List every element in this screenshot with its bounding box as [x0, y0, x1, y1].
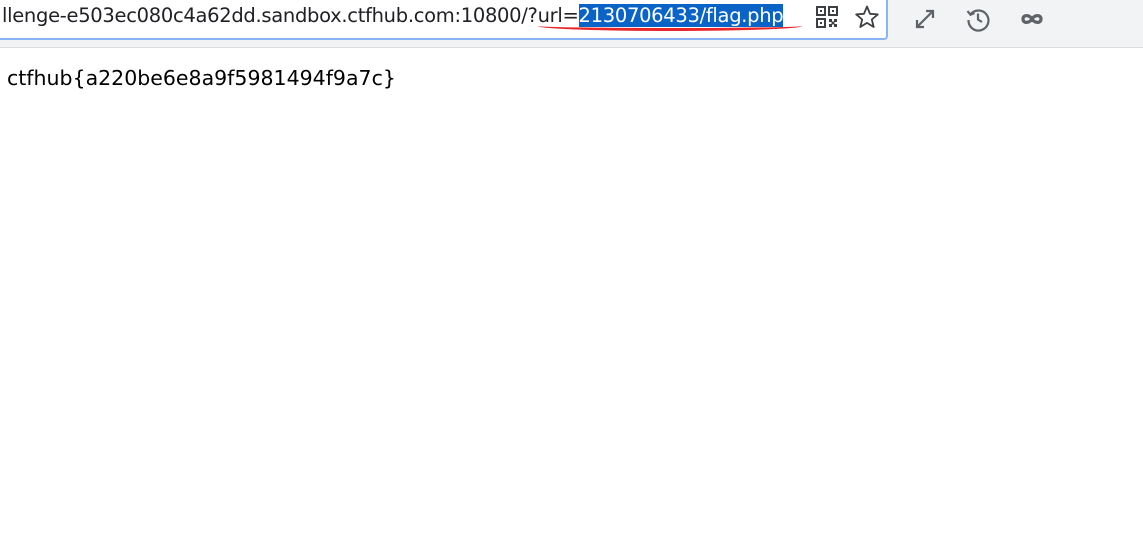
infinity-icon[interactable]: [1018, 5, 1046, 33]
url-selected-text: 2130706433/flag.php: [578, 4, 784, 27]
address-bar[interactable]: llenge-e503ec080c4a62dd.sandbox.ctfhub.c…: [0, 0, 888, 40]
url-prefix: llenge-e503ec080c4a62dd.sandbox.ctfhub.c…: [2, 4, 579, 27]
expand-icon[interactable]: [911, 5, 939, 33]
star-icon[interactable]: [854, 4, 880, 30]
qr-code-icon[interactable]: [814, 4, 840, 30]
browser-toolbar: llenge-e503ec080c4a62dd.sandbox.ctfhub.c…: [0, 0, 1143, 48]
history-icon[interactable]: [964, 5, 992, 33]
red-underline-annotation: [538, 26, 802, 31]
page-body-text: ctfhub{a220be6e8a9f5981494f9a7c}: [7, 66, 396, 90]
